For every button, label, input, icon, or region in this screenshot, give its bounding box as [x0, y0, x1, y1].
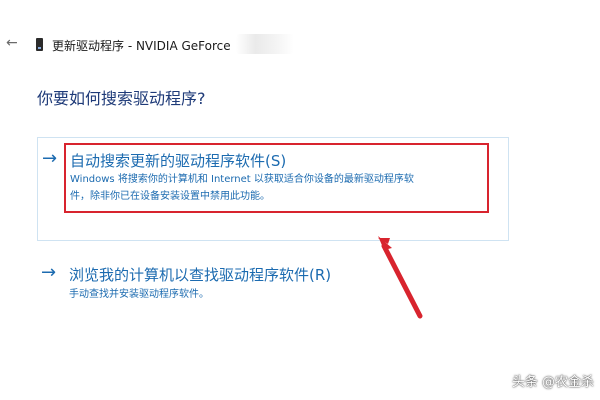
device-icon: [36, 38, 43, 51]
watermark: 头条 @农金杀: [511, 375, 594, 390]
blurred-region: [236, 34, 294, 54]
arrow-right-icon: →: [41, 262, 57, 283]
title-bar: ← 更新驱动程序 - NVIDIA GeForce: [0, 0, 600, 64]
option-browse-title[interactable]: 浏览我的计算机以查找驱动程序软件(R): [69, 264, 331, 285]
option-auto-search[interactable]: → 自动搜索更新的驱动程序软件(S) Windows 将搜索你的计算机和 Int…: [37, 137, 509, 241]
option-browse-desc: 手动查找并安装驱动程序软件。: [69, 289, 209, 300]
window-title: 更新驱动程序 - NVIDIA GeForce: [52, 39, 231, 53]
option-auto-desc-line1: Windows 将搜索你的计算机和 Internet 以获取适合你设备的最新驱动…: [70, 174, 414, 185]
option-auto-desc-line2: 件，除非你已在设备安装设置中禁用此功能。: [70, 191, 270, 202]
option-browse-computer[interactable]: → 浏览我的计算机以查找驱动程序软件(R) 手动查找并安装驱动程序软件。: [37, 258, 397, 306]
red-pointer-arrow-icon: [378, 236, 423, 319]
option-auto-title[interactable]: 自动搜索更新的驱动程序软件(S): [70, 150, 286, 171]
back-arrow-icon[interactable]: ←: [6, 36, 20, 50]
page-question: 你要如何搜索驱动程序?: [37, 89, 206, 108]
arrow-right-icon: →: [42, 148, 58, 169]
